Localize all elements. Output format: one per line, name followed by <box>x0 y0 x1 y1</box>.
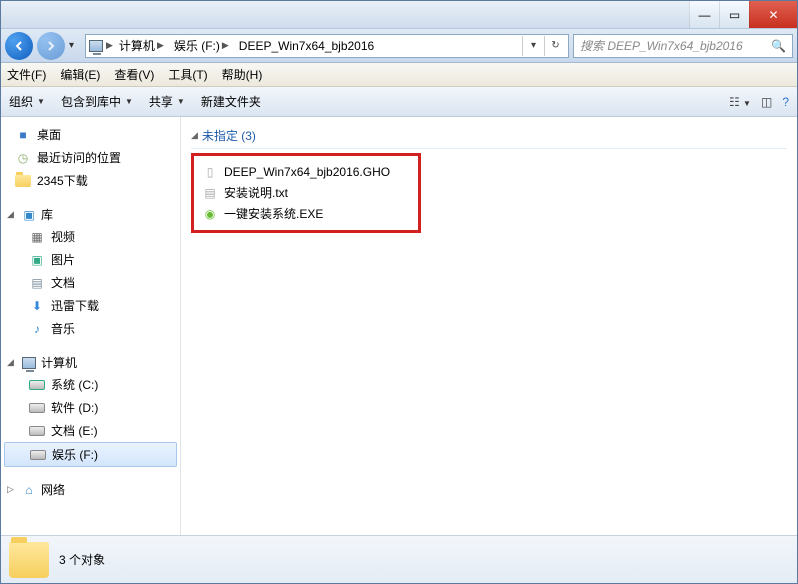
back-button[interactable] <box>5 32 33 60</box>
chevron-right-icon: ▶ <box>222 40 229 51</box>
nav-bar: ▾ ▶ 计算机▶ 娱乐 (F:)▶ DEEP_Win7x64_bjb2016 ▾… <box>1 29 797 63</box>
library-icon: ▣ <box>21 207 37 223</box>
group-header[interactable]: ◢ 未指定 (3) <box>191 123 787 149</box>
menu-file[interactable]: 文件(F) <box>7 66 46 83</box>
search-input[interactable]: 搜索 DEEP_Win7x64_bjb2016 🔍 <box>573 34 793 58</box>
sidebar-item-2345[interactable]: 2345下载 <box>1 169 180 192</box>
menu-tools[interactable]: 工具(T) <box>168 66 207 83</box>
chevron-right-icon: ▶ <box>157 40 164 51</box>
menu-help[interactable]: 帮助(H) <box>222 66 263 83</box>
menu-view[interactable]: 查看(V) <box>114 66 154 83</box>
doc-icon: ▤ <box>29 275 45 291</box>
status-text: 3 个对象 <box>59 551 105 568</box>
collapse-icon: ◢ <box>191 130 198 141</box>
folder-icon <box>15 173 31 189</box>
file-item[interactable]: ◉一键安装系统.EXE <box>202 203 410 224</box>
new-folder-button[interactable]: 新建文件夹 <box>201 93 261 110</box>
breadcrumb-item[interactable]: 计算机▶ <box>115 35 168 57</box>
sidebar-item-music[interactable]: ♪音乐 <box>1 317 180 340</box>
titlebar: — ▭ ✕ <box>1 1 797 29</box>
sidebar-item-pictures[interactable]: ▣图片 <box>1 248 180 271</box>
content-area: ■桌面 ◷最近访问的位置 2345下载 ◢▣库 ▦视频 ▣图片 ▤文档 ⬇迅雷下… <box>1 117 797 535</box>
chevron-down-icon: ▼ <box>125 97 133 106</box>
address-bar[interactable]: ▶ 计算机▶ 娱乐 (F:)▶ DEEP_Win7x64_bjb2016 ▾ ↻ <box>85 34 569 58</box>
collapse-icon: ◢ <box>7 357 17 368</box>
music-icon: ♪ <box>29 321 45 337</box>
download-icon: ⬇ <box>29 298 45 314</box>
organize-button[interactable]: 组织 ▼ <box>9 93 45 110</box>
exe-icon: ◉ <box>202 206 218 222</box>
recent-icon: ◷ <box>15 150 31 166</box>
arrow-left-icon <box>13 40 25 52</box>
drive-icon <box>30 447 46 463</box>
file-icon: ▯ <box>202 164 218 180</box>
menu-bar: 文件(F) 编辑(E) 查看(V) 工具(T) 帮助(H) <box>1 63 797 87</box>
menu-edit[interactable]: 编辑(E) <box>60 66 100 83</box>
sidebar-item-drive-f[interactable]: 娱乐 (F:) <box>4 442 177 467</box>
sidebar-item-drive-c[interactable]: 系统 (C:) <box>1 373 180 396</box>
txt-icon: ▤ <box>202 185 218 201</box>
computer-header[interactable]: ◢计算机 <box>1 352 180 373</box>
arrow-right-icon <box>45 40 57 52</box>
search-placeholder: 搜索 DEEP_Win7x64_bjb2016 <box>580 37 743 54</box>
sidebar-item-recent[interactable]: ◷最近访问的位置 <box>1 146 180 169</box>
sidebar-item-drive-e[interactable]: 文档 (E:) <box>1 419 180 442</box>
collapse-icon: ◢ <box>7 209 17 220</box>
sidebar-item-videos[interactable]: ▦视频 <box>1 225 180 248</box>
sysdrive-icon <box>29 377 45 393</box>
maximize-button[interactable]: ▭ <box>719 1 749 28</box>
folder-icon <box>9 542 49 578</box>
file-item[interactable]: ▤安装说明.txt <box>202 182 410 203</box>
help-button[interactable]: ? <box>782 95 789 109</box>
computer-icon <box>88 38 104 54</box>
picture-icon: ▣ <box>29 252 45 268</box>
address-dropdown[interactable]: ▾ <box>522 36 544 56</box>
include-library-button[interactable]: 包含到库中 ▼ <box>61 93 133 110</box>
breadcrumb-item[interactable]: 娱乐 (F:)▶ <box>170 35 233 57</box>
status-bar: 3 个对象 <box>1 535 797 583</box>
forward-button[interactable] <box>37 32 65 60</box>
sidebar-item-xunlei[interactable]: ⬇迅雷下载 <box>1 294 180 317</box>
chevron-down-icon: ▼ <box>37 97 45 106</box>
search-icon: 🔍 <box>771 39 786 53</box>
sidebar-item-documents[interactable]: ▤文档 <box>1 271 180 294</box>
breadcrumb-item[interactable]: DEEP_Win7x64_bjb2016 <box>235 35 378 57</box>
history-dropdown[interactable]: ▾ <box>69 40 81 51</box>
file-item[interactable]: ▯DEEP_Win7x64_bjb2016.GHO <box>202 162 410 182</box>
expand-icon: ▷ <box>7 484 17 495</box>
navigation-pane[interactable]: ■桌面 ◷最近访问的位置 2345下载 ◢▣库 ▦视频 ▣图片 ▤文档 ⬇迅雷下… <box>1 117 181 535</box>
refresh-button[interactable]: ↻ <box>544 36 566 56</box>
sidebar-item-desktop[interactable]: ■桌面 <box>1 123 180 146</box>
chevron-right-icon[interactable]: ▶ <box>106 40 113 51</box>
drive-icon <box>29 423 45 439</box>
file-list-pane[interactable]: ◢ 未指定 (3) ▯DEEP_Win7x64_bjb2016.GHO ▤安装说… <box>181 117 797 535</box>
preview-pane-button[interactable]: ◫ <box>761 95 772 109</box>
network-header[interactable]: ▷⌂网络 <box>1 479 180 500</box>
highlighted-file-group: ▯DEEP_Win7x64_bjb2016.GHO ▤安装说明.txt ◉一键安… <box>191 153 421 233</box>
computer-icon <box>21 355 37 371</box>
minimize-button[interactable]: — <box>689 1 719 28</box>
sidebar-item-drive-d[interactable]: 软件 (D:) <box>1 396 180 419</box>
chevron-down-icon: ▼ <box>177 97 185 106</box>
desktop-icon: ■ <box>15 127 31 143</box>
network-icon: ⌂ <box>21 482 37 498</box>
libraries-header[interactable]: ◢▣库 <box>1 204 180 225</box>
explorer-window: — ▭ ✕ ▾ ▶ 计算机▶ 娱乐 (F:)▶ DEEP_Win7x64_bjb… <box>0 0 798 584</box>
close-button[interactable]: ✕ <box>749 1 797 28</box>
view-options-button[interactable]: ☷ ▼ <box>729 95 751 109</box>
share-button[interactable]: 共享 ▼ <box>149 93 185 110</box>
drive-icon <box>29 400 45 416</box>
toolbar: 组织 ▼ 包含到库中 ▼ 共享 ▼ 新建文件夹 ☷ ▼ ◫ ? <box>1 87 797 117</box>
video-icon: ▦ <box>29 229 45 245</box>
